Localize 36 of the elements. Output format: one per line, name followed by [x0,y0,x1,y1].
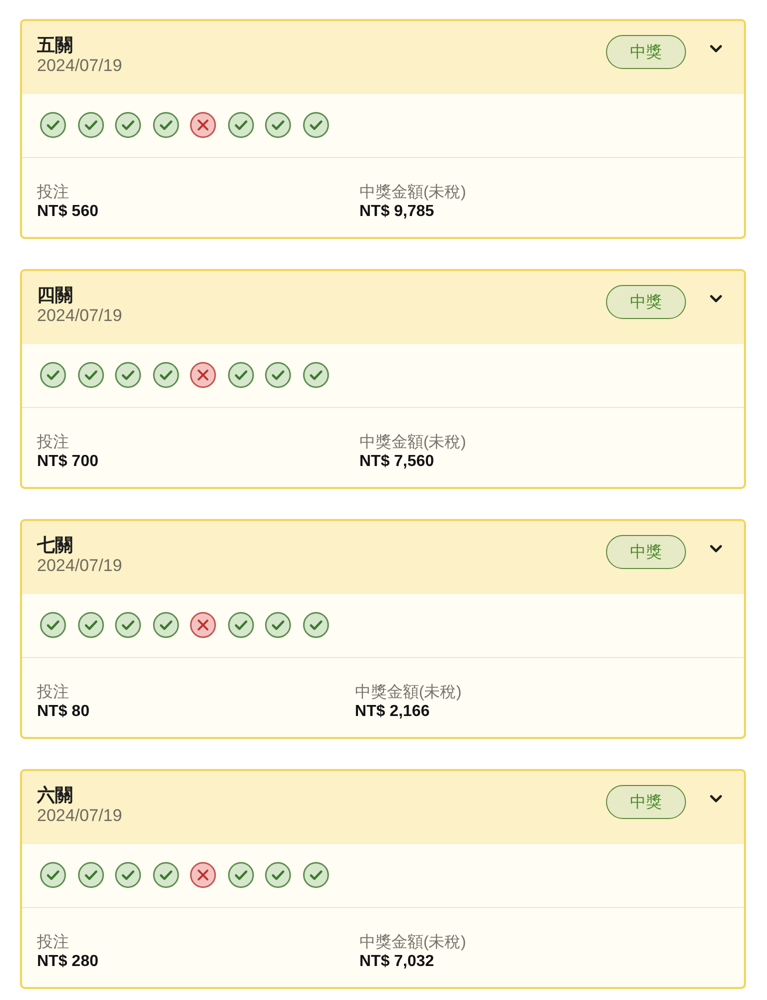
status-badge: 中獎 [606,535,686,569]
payout-amount: NT$ 7,560 [359,452,434,471]
payout-label: 中獎金額(未稅) [359,183,466,202]
status-badge: 中獎 [606,35,686,69]
expand-button[interactable] [710,295,722,303]
payout-label: 中獎金額(未稅) [354,683,462,702]
stake-amount: NT$ 700 [37,452,98,471]
stake-amount: NT$ 80 [37,702,90,721]
payout-label: 中獎金額(未稅) [359,433,466,452]
bet-type-title: 四關 [37,284,73,306]
bet-type-title: 六關 [37,784,73,806]
payout-amount: NT$ 9,785 [359,202,434,221]
expand-button[interactable] [710,795,722,803]
stake-label: 投注 [37,433,69,452]
status-badge: 中獎 [606,285,686,319]
chevron-down-icon [710,795,722,803]
stake-label: 投注 [37,683,69,702]
chevron-down-icon [710,45,722,53]
bet-type-title: 五關 [37,34,73,56]
payout-amount: NT$ 7,032 [359,952,434,971]
chevron-down-icon [710,295,722,303]
stake-amount: NT$ 280 [37,952,98,971]
payout-label: 中獎金額(未稅) [359,933,466,952]
status-badge: 中獎 [606,785,686,819]
chevron-down-icon [710,545,722,553]
bet-type-title: 七關 [37,534,73,556]
payout-amount: NT$ 2,166 [354,702,430,721]
stake-amount: NT$ 560 [37,202,98,221]
expand-button[interactable] [710,545,722,553]
bet-date: 2024/07/19 [37,556,122,576]
bet-date: 2024/07/19 [37,56,122,76]
expand-button[interactable] [710,45,722,53]
stake-label: 投注 [37,933,69,952]
bet-date: 2024/07/19 [37,806,122,826]
stake-label: 投注 [37,183,69,202]
bet-date: 2024/07/19 [37,306,122,326]
